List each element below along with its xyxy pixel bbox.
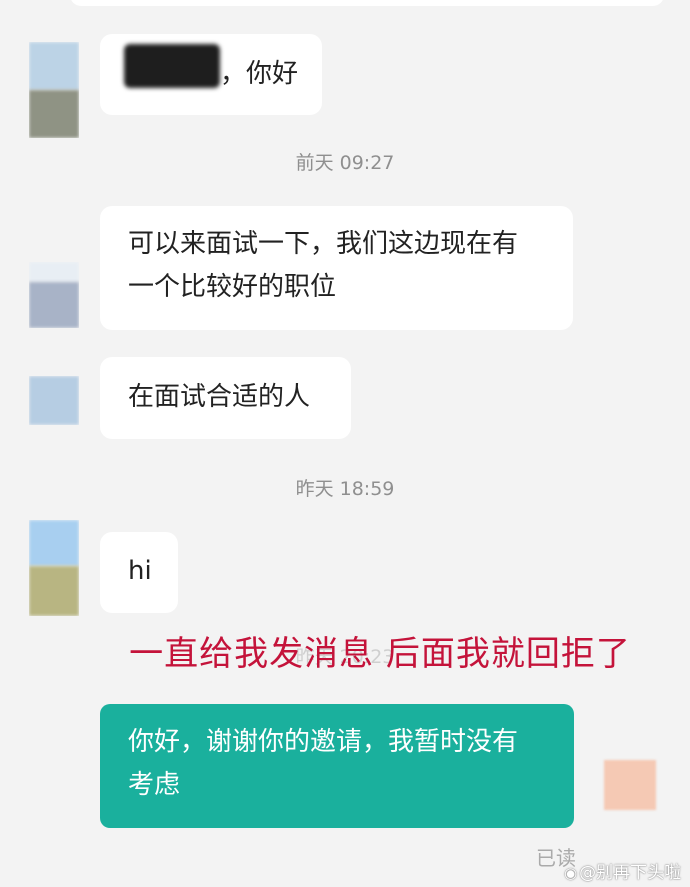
timestamp: 昨天 18:59	[295, 478, 395, 500]
message-bubble-sent-reply[interactable]: 你好，谢谢你的邀请，我暂时没有 考虑	[100, 704, 574, 828]
redacted-name	[124, 44, 220, 88]
message-line: 你好，谢谢你的邀请，我暂时没有	[128, 727, 519, 757]
my-avatar[interactable]	[604, 760, 656, 810]
message-line: 考虑	[128, 770, 181, 800]
watermark-text: @别再下头啦	[579, 863, 682, 883]
message-text: hi	[128, 556, 152, 586]
timestamp: 前天 09:27	[295, 152, 395, 174]
message-bubble-seeking[interactable]: 在面试合适的人	[100, 357, 351, 439]
message-line: 一个比较好的职位	[128, 272, 337, 302]
previous-message-bubble	[70, 0, 664, 6]
message-text: ，你好	[220, 59, 299, 89]
contact-avatar[interactable]	[29, 520, 79, 616]
message-bubble-greeting[interactable]: ，你好	[100, 34, 322, 115]
contact-avatar[interactable]	[29, 262, 79, 328]
watermark: ◉ @别再下头啦	[564, 858, 681, 883]
message-line: 可以来面试一下，我们这边现在有	[128, 229, 519, 259]
message-bubble-hi[interactable]: hi	[100, 532, 178, 613]
annotation-caption: 一直给我发消息 后面我就回拒了	[129, 634, 631, 674]
weibo-icon: ◉	[564, 864, 578, 882]
contact-avatar[interactable]	[29, 376, 79, 425]
message-text: 在面试合适的人	[128, 382, 311, 412]
contact-avatar[interactable]	[29, 42, 79, 138]
message-bubble-interview[interactable]: 可以来面试一下，我们这边现在有 一个比较好的职位	[100, 206, 573, 330]
